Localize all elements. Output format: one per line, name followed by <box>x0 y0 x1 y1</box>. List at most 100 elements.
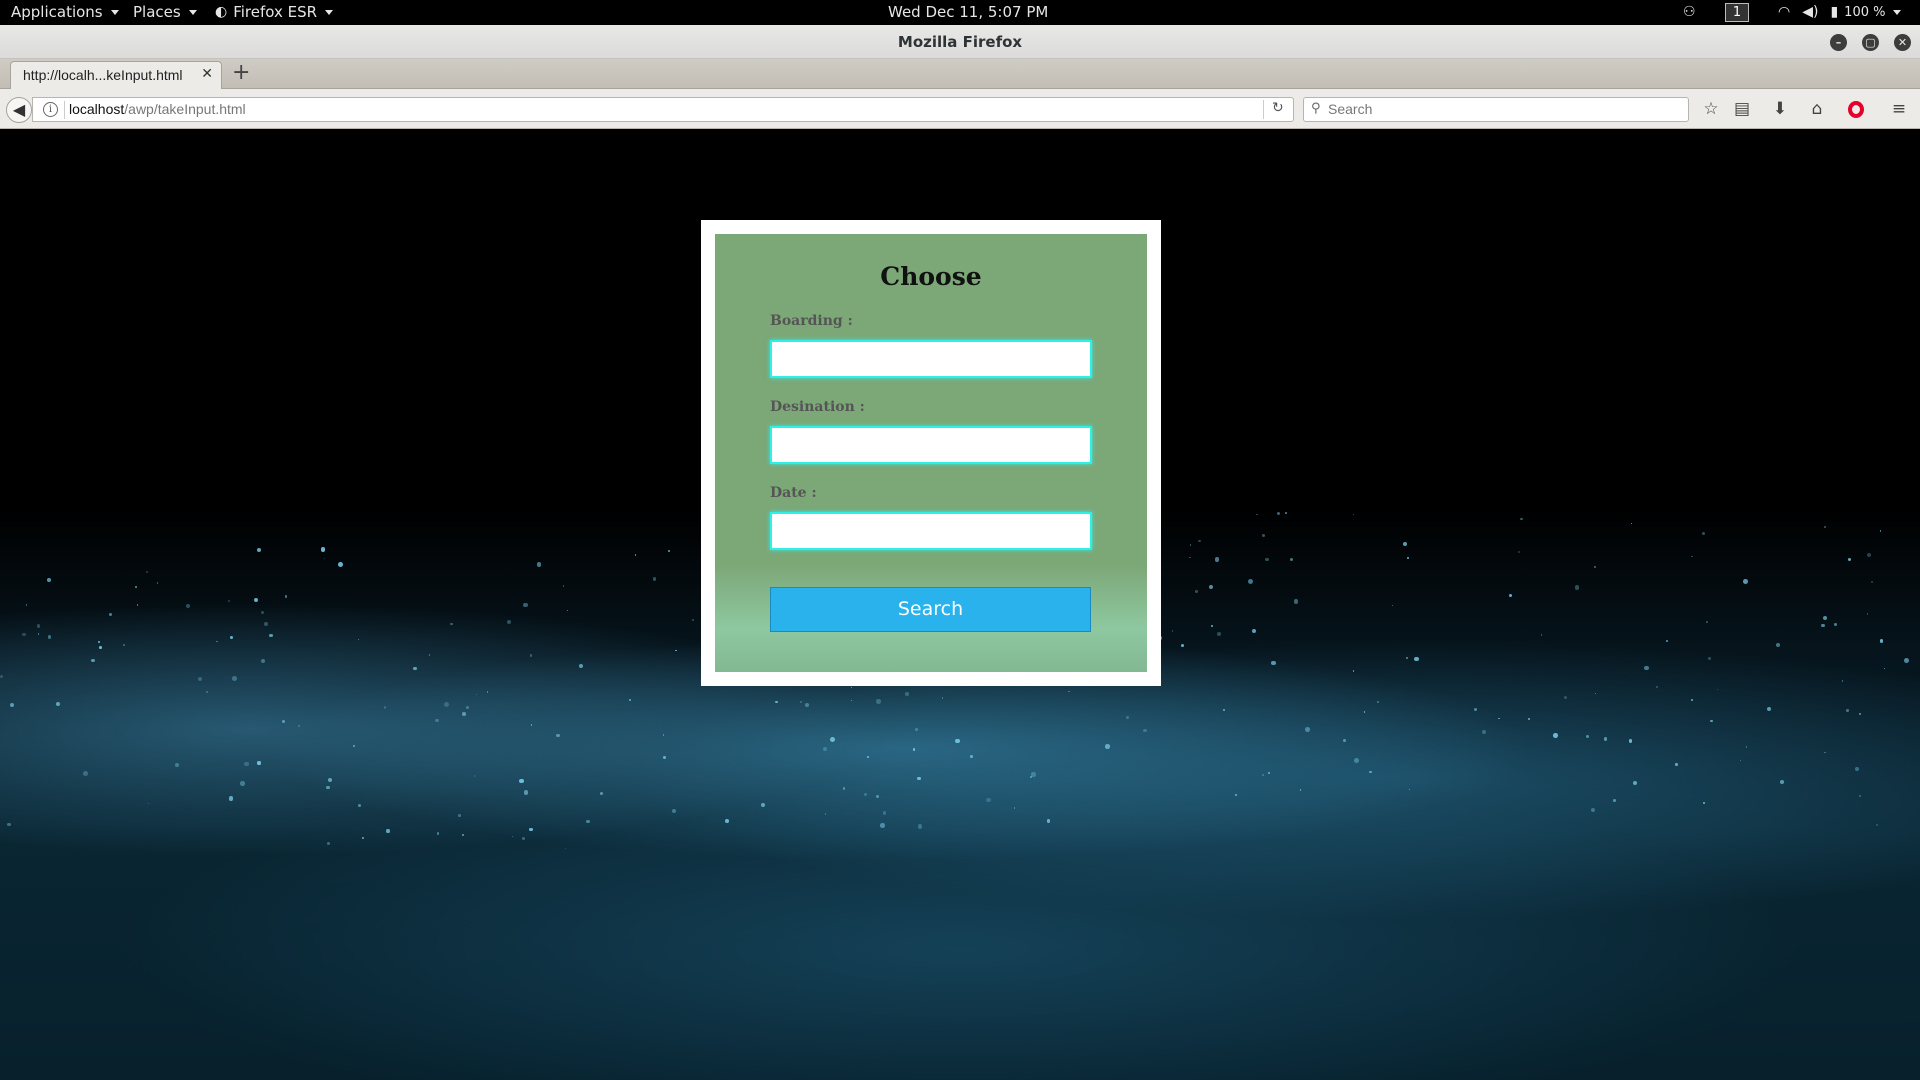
particle-dot <box>328 777 333 782</box>
particle-dot <box>1262 534 1266 538</box>
search-bar[interactable]: ⚲ Search <box>1303 97 1689 122</box>
particle-dot <box>1208 584 1213 589</box>
home-icon[interactable]: ⌂ <box>1806 99 1828 119</box>
info-icon[interactable]: i <box>43 102 58 117</box>
particle-dot <box>436 832 439 835</box>
particle-dot <box>1847 557 1851 561</box>
particle-dot <box>1779 780 1784 785</box>
applications-menu[interactable]: Applications <box>11 0 119 25</box>
tab-active[interactable]: http://localh...keInput.html ✕ <box>10 61 222 89</box>
particle-dot <box>1216 632 1221 637</box>
particle-dot <box>326 785 330 789</box>
search-button[interactable]: Search <box>770 587 1091 632</box>
system-status-menu[interactable]: ◠ ◀) ▮ 100 % <box>1778 0 1902 25</box>
close-tab-icon[interactable]: ✕ <box>201 66 213 82</box>
menu-hamburger-icon[interactable]: ≡ <box>1888 99 1910 119</box>
places-menu[interactable]: Places <box>133 0 197 25</box>
opera-vpn-icon[interactable] <box>1848 101 1864 118</box>
maximize-button[interactable]: ▢ <box>1862 34 1879 51</box>
particle-dot <box>22 632 27 637</box>
workspace-indicator[interactable]: 1 <box>1725 0 1749 25</box>
url-bar[interactable]: i localhost/awp/takeInput.html ↻ <box>32 97 1294 122</box>
particle-dot <box>285 595 288 598</box>
particle-dot <box>830 737 836 743</box>
particle-dot <box>1305 727 1310 732</box>
particle-dot <box>523 602 528 608</box>
particle-dot <box>1628 739 1633 743</box>
particle-dot <box>1586 735 1590 739</box>
particle-dot <box>1867 552 1872 557</box>
particle-dot <box>1354 758 1360 764</box>
particle-dot <box>257 761 261 765</box>
particle-dot <box>1413 656 1419 662</box>
particle-dot <box>1541 634 1543 636</box>
applications-label: Applications <box>11 3 103 21</box>
reload-icon[interactable]: ↻ <box>1272 100 1284 116</box>
particle-dot <box>1824 751 1826 754</box>
particle-dot <box>1267 772 1270 775</box>
particle-dot <box>1820 623 1825 628</box>
particle-dot <box>1613 799 1616 803</box>
particle-dot <box>146 571 149 573</box>
particle-dot <box>198 677 203 682</box>
people-icon: ⚇ <box>1683 4 1696 20</box>
clock[interactable]: Wed Dec 11, 5:07 PM <box>888 0 1048 25</box>
particle-dot <box>1482 730 1487 735</box>
particle-dot <box>7 823 11 827</box>
accessibility-icon[interactable]: ⚇ <box>1683 0 1696 25</box>
particle-dot <box>1854 766 1860 772</box>
chevron-down-icon <box>188 10 197 15</box>
particle-dot <box>725 818 730 823</box>
particle-dot <box>652 576 657 581</box>
particle-dot <box>443 701 449 707</box>
page-content: Choose Boarding : Desination : Date : Se… <box>0 129 1920 1080</box>
particle-dot <box>1519 517 1523 521</box>
workspace-number: 1 <box>1725 3 1749 22</box>
particle-dot <box>1195 590 1198 594</box>
particle-dot <box>662 756 667 760</box>
back-button[interactable]: ◀ <box>6 97 32 123</box>
destination-input[interactable] <box>770 426 1092 464</box>
particle-dot <box>320 547 326 552</box>
particle-dot <box>435 718 439 722</box>
particle-dot <box>866 755 870 758</box>
minimize-button[interactable]: – <box>1830 34 1847 51</box>
particle-dot <box>1903 658 1909 664</box>
particle-dot <box>230 636 233 639</box>
particle-dot <box>1574 584 1580 590</box>
particle-dot <box>1742 579 1748 584</box>
download-icon[interactable]: ⬇ <box>1769 99 1791 119</box>
url-host: localhost <box>69 101 125 117</box>
bookmark-star-icon[interactable]: ☆ <box>1700 99 1722 119</box>
date-input[interactable] <box>770 512 1092 550</box>
particle-dot <box>506 619 511 624</box>
particle-dot <box>1125 715 1129 719</box>
particle-dot <box>1299 789 1302 791</box>
wifi-icon: ◠ <box>1778 4 1791 20</box>
particle-dot <box>1171 630 1173 632</box>
reading-list-icon[interactable]: ▤ <box>1731 99 1753 119</box>
url-text[interactable]: localhost/awp/takeInput.html <box>69 101 246 117</box>
particle-dot <box>1883 667 1885 669</box>
particle-dot <box>1189 544 1191 546</box>
particle-dot <box>25 604 28 606</box>
particle-dot <box>384 706 387 709</box>
particle-dot <box>205 690 209 694</box>
particle-dot <box>955 738 960 744</box>
particle-dot <box>875 699 881 704</box>
firefox-app-menu[interactable]: ◐ Firefox ESR <box>215 0 334 25</box>
particle-dot <box>1553 732 1558 738</box>
particle-dot <box>1702 801 1706 805</box>
particle-dot <box>662 734 664 736</box>
boarding-input[interactable] <box>770 340 1092 378</box>
particle-dot <box>842 787 846 790</box>
firefox-icon: ◐ <box>215 4 228 20</box>
navigation-toolbar: ◀ i localhost/awp/takeInput.html ↻ ⚲ Sea… <box>0 89 1920 129</box>
particle-dot <box>1594 566 1597 569</box>
search-icon: ⚲ <box>1311 101 1321 116</box>
particle-dot <box>1143 728 1147 733</box>
new-tab-button[interactable]: + <box>232 62 250 84</box>
particle-dot <box>9 702 14 707</box>
particle-dot <box>1214 557 1220 562</box>
close-window-button[interactable]: ✕ <box>1894 34 1911 51</box>
